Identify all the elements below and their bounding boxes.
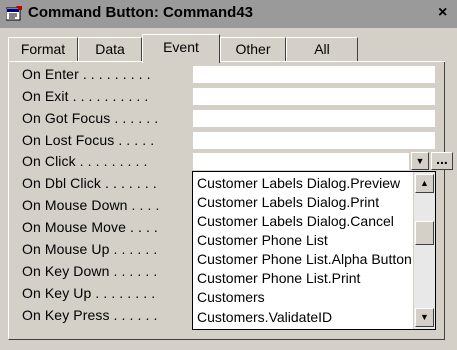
build-button[interactable]: ... (431, 152, 453, 170)
tab-format[interactable]: Format (8, 37, 78, 62)
list-item[interactable]: Customer Labels Dialog.Cancel (197, 213, 412, 229)
vertical-scrollbar[interactable]: ▲ ▼ (413, 172, 435, 329)
on-got-focus-field[interactable] (192, 109, 436, 128)
list-item[interactable]: Customers.ValidateID (197, 309, 412, 325)
tab-strip: Format Data Event Other All (8, 34, 448, 63)
scroll-up-icon[interactable]: ▲ (415, 174, 434, 193)
close-icon[interactable]: × (438, 4, 447, 22)
list-item[interactable]: Customer Phone List.Print (197, 270, 412, 286)
dropdown-arrow-icon[interactable]: ▼ (411, 152, 429, 170)
tab-data[interactable]: Data (78, 37, 142, 62)
scroll-thumb[interactable] (415, 221, 434, 245)
prop-label-on-exit: On Exit . . . . . . . . . . (22, 88, 149, 104)
property-sheet-icon (6, 6, 22, 21)
prop-label-on-lost-focus: On Lost Focus . . . . . (22, 132, 155, 148)
prop-label-on-mouse-up: On Mouse Up . . . . . . (22, 241, 158, 257)
list-item[interactable]: Customer Phone List.Alpha Buttons (197, 251, 412, 267)
prop-label-on-mouse-down: On Mouse Down . . . . (22, 197, 160, 213)
prop-label-on-enter: On Enter . . . . . . . . . (22, 66, 151, 82)
window-title: Command Button: Command43 (28, 4, 253, 21)
tab-event[interactable]: Event (142, 34, 220, 63)
tab-other[interactable]: Other (220, 37, 286, 62)
on-enter-field[interactable] (192, 65, 436, 84)
title-bar[interactable]: Command Button: Command43 × (0, 0, 457, 28)
prop-label-on-mouse-move: On Mouse Move . . . . (22, 219, 158, 235)
list-item[interactable]: Customers (197, 289, 412, 305)
list-item[interactable]: Customer Labels Dialog.Preview (197, 175, 412, 191)
tab-all[interactable]: All (286, 37, 358, 62)
on-click-combo[interactable] (192, 152, 410, 171)
prop-label-on-click: On Click . . . . . . . . . (22, 153, 148, 169)
prop-label-on-dbl-click: On Dbl Click . . . . . . . (22, 175, 157, 191)
on-exit-field[interactable] (192, 87, 436, 106)
dropdown-list[interactable]: Customer Labels Dialog.Preview Customer … (192, 171, 436, 330)
prop-label-on-key-up: On Key Up . . . . . . . . (22, 285, 156, 301)
prop-label-on-got-focus: On Got Focus . . . . . . (22, 110, 159, 126)
prop-label-on-key-down: On Key Down . . . . . . (22, 263, 158, 279)
list-item[interactable]: Customer Phone List (197, 232, 412, 248)
list-item[interactable]: Customer Labels Dialog.Print (197, 194, 412, 210)
prop-label-on-key-press: On Key Press . . . . . . (22, 307, 158, 323)
scroll-down-icon[interactable]: ▼ (415, 308, 434, 327)
on-lost-focus-field[interactable] (192, 131, 436, 150)
